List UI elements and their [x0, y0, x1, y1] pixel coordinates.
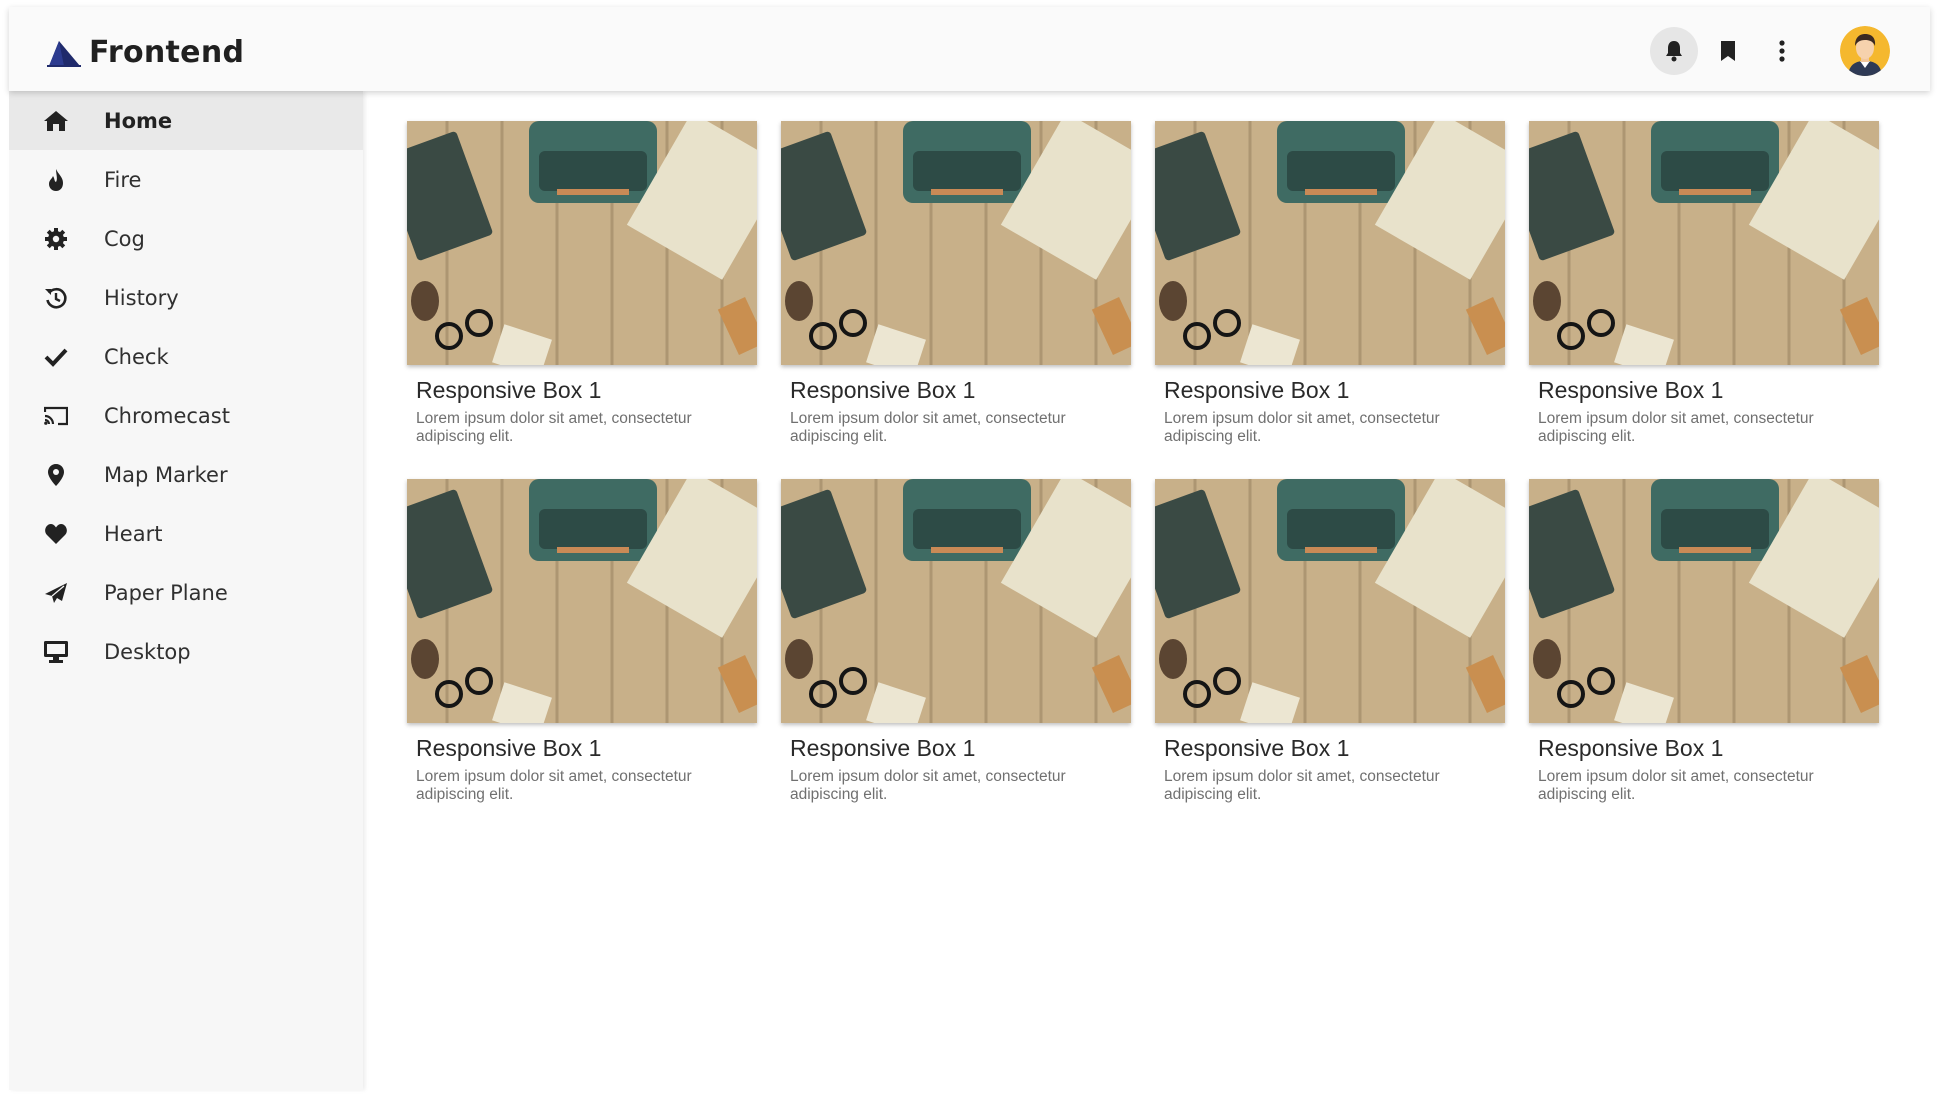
history-icon	[42, 284, 70, 312]
app-window: Frontend Home Fire Cog History Check Chr…	[9, 7, 1930, 1090]
card-text: Lorem ipsum dolor sit amet, consectetur …	[1164, 410, 1440, 445]
card-title: Responsive Box 1	[1164, 735, 1350, 761]
sidebar-item-label: Map Marker	[104, 462, 228, 487]
bell-icon	[1666, 41, 1682, 62]
card-text: Lorem ipsum dolor sit amet, consectetur …	[416, 768, 692, 803]
more-vertical-icon	[1779, 40, 1785, 62]
app-name: Frontend	[89, 35, 245, 70]
card-text: Lorem ipsum dolor sit amet, consectetur …	[790, 410, 1066, 445]
card-grid: Responsive Box 1 Lorem ipsum dolor sit a…	[407, 121, 1887, 804]
card[interactable]: Responsive Box 1 Lorem ipsum dolor sit a…	[781, 121, 1131, 446]
card-title: Responsive Box 1	[1538, 377, 1724, 403]
card-text: Lorem ipsum dolor sit amet, consectetur …	[1538, 768, 1814, 803]
card-text: Lorem ipsum dolor sit amet, consectetur …	[790, 768, 1066, 803]
sidebar: Home Fire Cog History Check Chromecast M…	[9, 91, 363, 1090]
sidebar-item-heart[interactable]: Heart	[9, 504, 363, 563]
card[interactable]: Responsive Box 1 Lorem ipsum dolor sit a…	[781, 479, 1131, 804]
card-image	[1155, 121, 1505, 365]
card[interactable]: Responsive Box 1 Lorem ipsum dolor sit a…	[1155, 121, 1505, 446]
card-image	[781, 479, 1131, 723]
heart-icon	[42, 520, 70, 548]
chromecast-icon	[42, 402, 70, 430]
card-text: Lorem ipsum dolor sit amet, consectetur …	[1538, 410, 1814, 445]
sidebar-item-label: Desktop	[104, 639, 191, 664]
sidebar-item-label: Chromecast	[104, 403, 230, 428]
sidebar-item-map-marker[interactable]: Map Marker	[9, 445, 363, 504]
card-image	[407, 121, 757, 365]
sidebar-item-cog[interactable]: Cog	[9, 209, 363, 268]
cog-icon	[42, 225, 70, 253]
more-options-button[interactable]	[1758, 27, 1806, 75]
card-title: Responsive Box 1	[790, 377, 976, 403]
sidebar-item-home[interactable]: Home	[9, 91, 363, 150]
paper-plane-icon	[42, 579, 70, 607]
card-title: Responsive Box 1	[416, 735, 602, 761]
desktop-icon	[42, 638, 70, 666]
sidebar-item-label: Heart	[104, 521, 163, 546]
sidebar-item-desktop[interactable]: Desktop	[9, 622, 363, 681]
sidebar-item-check[interactable]: Check	[9, 327, 363, 386]
card-title: Responsive Box 1	[790, 735, 976, 761]
sidebar-item-label: Fire	[104, 167, 142, 192]
fire-icon	[42, 166, 70, 194]
bookmarks-button[interactable]	[1704, 27, 1752, 75]
main-content: Responsive Box 1 Lorem ipsum dolor sit a…	[407, 121, 1887, 804]
card-text: Lorem ipsum dolor sit amet, consectetur …	[1164, 768, 1440, 803]
home-icon	[42, 107, 70, 135]
card[interactable]: Responsive Box 1 Lorem ipsum dolor sit a…	[1155, 479, 1505, 804]
card[interactable]: Responsive Box 1 Lorem ipsum dolor sit a…	[1529, 121, 1879, 446]
card[interactable]: Responsive Box 1 Lorem ipsum dolor sit a…	[407, 121, 757, 446]
card-image	[781, 121, 1131, 365]
sidebar-item-fire[interactable]: Fire	[9, 150, 363, 209]
header-actions	[1644, 26, 1890, 76]
card-title: Responsive Box 1	[1164, 377, 1350, 403]
avatar[interactable]	[1840, 26, 1890, 76]
bookmark-icon	[1721, 41, 1735, 61]
card-image	[1155, 479, 1505, 723]
card-image	[1529, 121, 1879, 365]
sidebar-item-label: Check	[104, 344, 169, 369]
sidebar-item-history[interactable]: History	[9, 268, 363, 327]
check-icon	[42, 343, 70, 371]
top-bar: Frontend	[9, 7, 1930, 91]
logo[interactable]: Frontend	[47, 35, 244, 70]
card[interactable]: Responsive Box 1 Lorem ipsum dolor sit a…	[407, 479, 757, 804]
sidebar-item-label: Home	[104, 108, 173, 133]
notifications-button[interactable]	[1650, 27, 1698, 75]
card-text: Lorem ipsum dolor sit amet, consectetur …	[416, 410, 692, 445]
card[interactable]: Responsive Box 1 Lorem ipsum dolor sit a…	[1529, 479, 1879, 804]
map-marker-icon	[42, 461, 70, 489]
sidebar-item-chromecast[interactable]: Chromecast	[9, 386, 363, 445]
sidebar-item-label: History	[104, 285, 179, 310]
card-image	[407, 479, 757, 723]
logo-icon	[47, 39, 81, 67]
card-image	[1529, 479, 1879, 723]
card-title: Responsive Box 1	[1538, 735, 1724, 761]
card-title: Responsive Box 1	[416, 377, 602, 403]
sidebar-item-label: Cog	[104, 226, 145, 251]
sidebar-item-paper-plane[interactable]: Paper Plane	[9, 563, 363, 622]
sidebar-item-label: Paper Plane	[104, 580, 228, 605]
